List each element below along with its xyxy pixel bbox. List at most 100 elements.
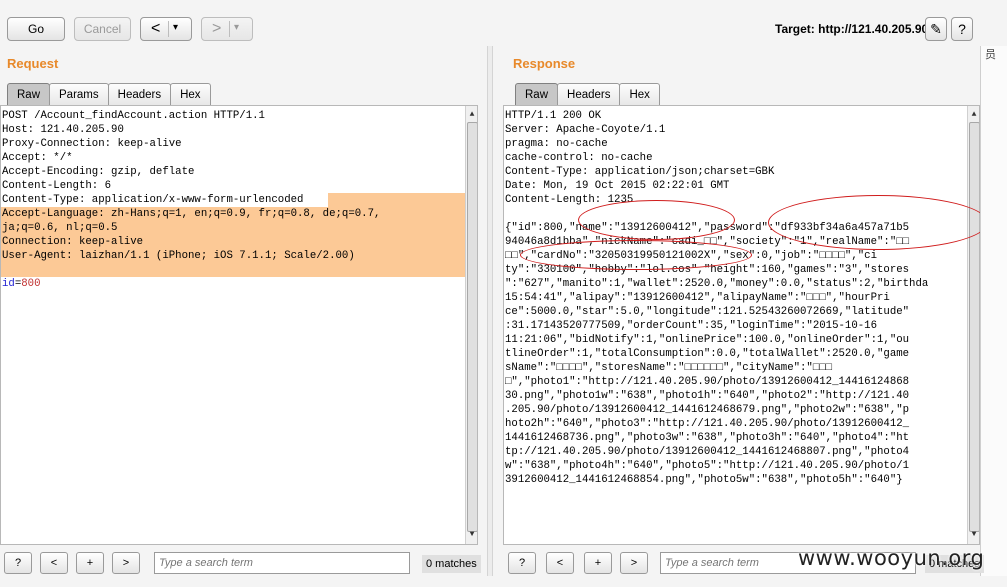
request-title: Request xyxy=(7,56,59,71)
request-line-selected xyxy=(1,263,477,277)
tab-headers[interactable]: Headers xyxy=(107,83,172,105)
response-line: 11:21:06","bidNotify":1,"onlinePrice":10… xyxy=(505,334,910,346)
button-separator xyxy=(229,21,230,37)
forward-arrow-icon: > xyxy=(212,20,222,37)
response-line: .205.90/photo/13912600412_1441612468679.… xyxy=(505,404,910,416)
target-label: Target: http://121.40.205.90 xyxy=(775,22,929,36)
side-glyph: 员 xyxy=(985,49,996,61)
watermark: www.wooyun.org xyxy=(798,546,985,570)
search-next-button[interactable]: > xyxy=(620,552,648,574)
response-line: Server: Apache-Coyote/1.1 xyxy=(505,124,666,136)
forward-button[interactable]: > ▾ xyxy=(201,17,253,41)
scroll-thumb[interactable] xyxy=(969,122,979,532)
side-strip: 员 xyxy=(980,46,1007,576)
response-line: hoto2h":"640","photo3":"http://121.40.20… xyxy=(505,418,910,430)
scroll-thumb[interactable] xyxy=(467,122,477,532)
request-line-selected: Connection: keep-alive xyxy=(1,235,477,249)
search-add-button[interactable]: + xyxy=(584,552,612,574)
response-line: 3912600412_1441612468854.png","photo5w":… xyxy=(505,474,903,486)
response-line: sName":"□□□□","storesName":"□□□□□□","cit… xyxy=(505,362,833,374)
search-add-button[interactable]: + xyxy=(76,552,104,574)
response-line: 30.png","photo1w":"638","photo1h":"640",… xyxy=(505,390,910,402)
request-tabs: Raw Params Headers Hex xyxy=(7,83,211,105)
plus-icon: + xyxy=(594,557,602,569)
annotation-ellipse xyxy=(520,240,752,270)
response-line: tlineOrder":1,"totalConsumption":0.0,"to… xyxy=(505,348,910,360)
go-button[interactable]: Go xyxy=(7,17,65,41)
response-line: □","photo1":"http://121.40.205.90/photo/… xyxy=(505,376,910,388)
response-line: 15:54:41","alipay":"13912600412","alipay… xyxy=(505,292,890,304)
response-editor[interactable]: HTTP/1.1 200 OK Server: Apache-Coyote/1.… xyxy=(503,105,980,545)
response-scrollbar[interactable]: ▲ ▼ xyxy=(967,106,979,544)
param-key: id xyxy=(2,278,15,290)
response-line: Date: Mon, 19 Oct 2015 02:22:01 GMT xyxy=(505,180,730,192)
chevron-right-icon: > xyxy=(122,557,130,569)
request-line: Accept: */* xyxy=(2,152,73,164)
request-line: Proxy-Connection: keep-alive xyxy=(2,138,182,150)
request-search-input[interactable] xyxy=(154,552,410,574)
split-divider[interactable] xyxy=(487,46,493,576)
annotation-ellipse xyxy=(578,200,735,240)
cancel-button[interactable]: Cancel xyxy=(74,17,131,41)
tab-params[interactable]: Params xyxy=(49,83,109,105)
tab-raw[interactable]: Raw xyxy=(7,83,51,105)
search-next-button[interactable]: > xyxy=(112,552,140,574)
request-text: POST /Account_findAccount.action HTTP/1.… xyxy=(1,106,477,291)
response-line: 1441612468736.png","photo3w":"638","phot… xyxy=(505,432,910,444)
request-line: Host: 121.40.205.90 xyxy=(2,124,124,136)
request-line-selected: User-Agent: laizhan/1.1 (iPhone; iOS 7.1… xyxy=(1,249,477,263)
toolbar: Go Cancel < ▾ > ▾ Target: http://121.40.… xyxy=(0,0,1007,46)
chevron-down-icon: ▾ xyxy=(234,22,240,33)
chevron-down-icon: ▾ xyxy=(173,22,179,33)
help-icon: ? xyxy=(518,557,526,569)
help-button[interactable]: ? xyxy=(951,17,973,41)
response-line: w":"638","photo4h":"640","photo5":"http:… xyxy=(505,460,910,472)
scroll-up-icon[interactable]: ▲ xyxy=(466,109,477,121)
response-line: ce":5000.0,"star":5.0,"longitude":121.52… xyxy=(505,306,910,318)
button-separator xyxy=(168,21,169,37)
response-line: pragma: no-cache xyxy=(505,138,608,150)
scroll-down-icon[interactable]: ▼ xyxy=(968,529,979,541)
request-body-param: id=800 xyxy=(2,278,41,290)
request-line: POST /Account_findAccount.action HTTP/1.… xyxy=(2,110,265,122)
request-match-count: 0 matches xyxy=(422,555,481,573)
tab-hex[interactable]: Hex xyxy=(619,83,660,105)
request-line: Content-Type: application/x-www-form-url… xyxy=(1,193,477,207)
help-icon: ? xyxy=(14,557,22,569)
chevron-right-icon: > xyxy=(630,557,638,569)
response-line: HTTP/1.1 200 OK xyxy=(505,110,602,122)
help-icon: ? xyxy=(958,21,966,37)
response-text: HTTP/1.1 200 OK Server: Apache-Coyote/1.… xyxy=(504,106,979,487)
back-button[interactable]: < ▾ xyxy=(140,17,192,41)
request-editor[interactable]: POST /Account_findAccount.action HTTP/1.… xyxy=(0,105,478,545)
back-arrow-icon: < xyxy=(151,20,161,37)
request-line-selected: Accept-Language: zh-Hans;q=1, en;q=0.9, … xyxy=(1,207,477,221)
request-scrollbar[interactable]: ▲ ▼ xyxy=(465,106,477,544)
tab-headers[interactable]: Headers xyxy=(557,83,621,105)
pencil-icon: ✎ xyxy=(930,20,942,37)
search-help-button[interactable]: ? xyxy=(4,552,32,574)
edit-target-button[interactable]: ✎ xyxy=(925,17,947,41)
request-line: Accept-Encoding: gzip, deflate xyxy=(2,166,195,178)
param-value: 800 xyxy=(21,278,41,290)
scroll-up-icon[interactable]: ▲ xyxy=(968,109,979,121)
tab-hex[interactable]: Hex xyxy=(170,83,211,105)
response-line: Content-Type: application/json;charset=G… xyxy=(505,166,775,178)
annotation-ellipse xyxy=(768,195,988,250)
response-line: cache-control: no-cache xyxy=(505,152,653,164)
request-line-selected: ja;q=0.6, nl;q=0.5 xyxy=(1,221,477,235)
search-prev-button[interactable]: < xyxy=(546,552,574,574)
chevron-left-icon: < xyxy=(50,557,58,569)
response-line: :31.17143520777509,"orderCount":35,"logi… xyxy=(505,320,877,332)
chevron-left-icon: < xyxy=(556,557,564,569)
search-help-button[interactable]: ? xyxy=(508,552,536,574)
request-line: Content-Length: 6 xyxy=(2,180,112,192)
response-tabs: Raw Headers Hex xyxy=(515,83,660,105)
response-line: tp://121.40.205.90/photo/13912600412_144… xyxy=(505,446,910,458)
response-line: ":"627","manito":1,"wallet":2520.0,"mone… xyxy=(505,278,929,290)
tab-raw[interactable]: Raw xyxy=(515,83,559,105)
plus-icon: + xyxy=(86,557,94,569)
search-prev-button[interactable]: < xyxy=(40,552,68,574)
scroll-down-icon[interactable]: ▼ xyxy=(466,529,477,541)
response-title: Response xyxy=(513,56,576,71)
